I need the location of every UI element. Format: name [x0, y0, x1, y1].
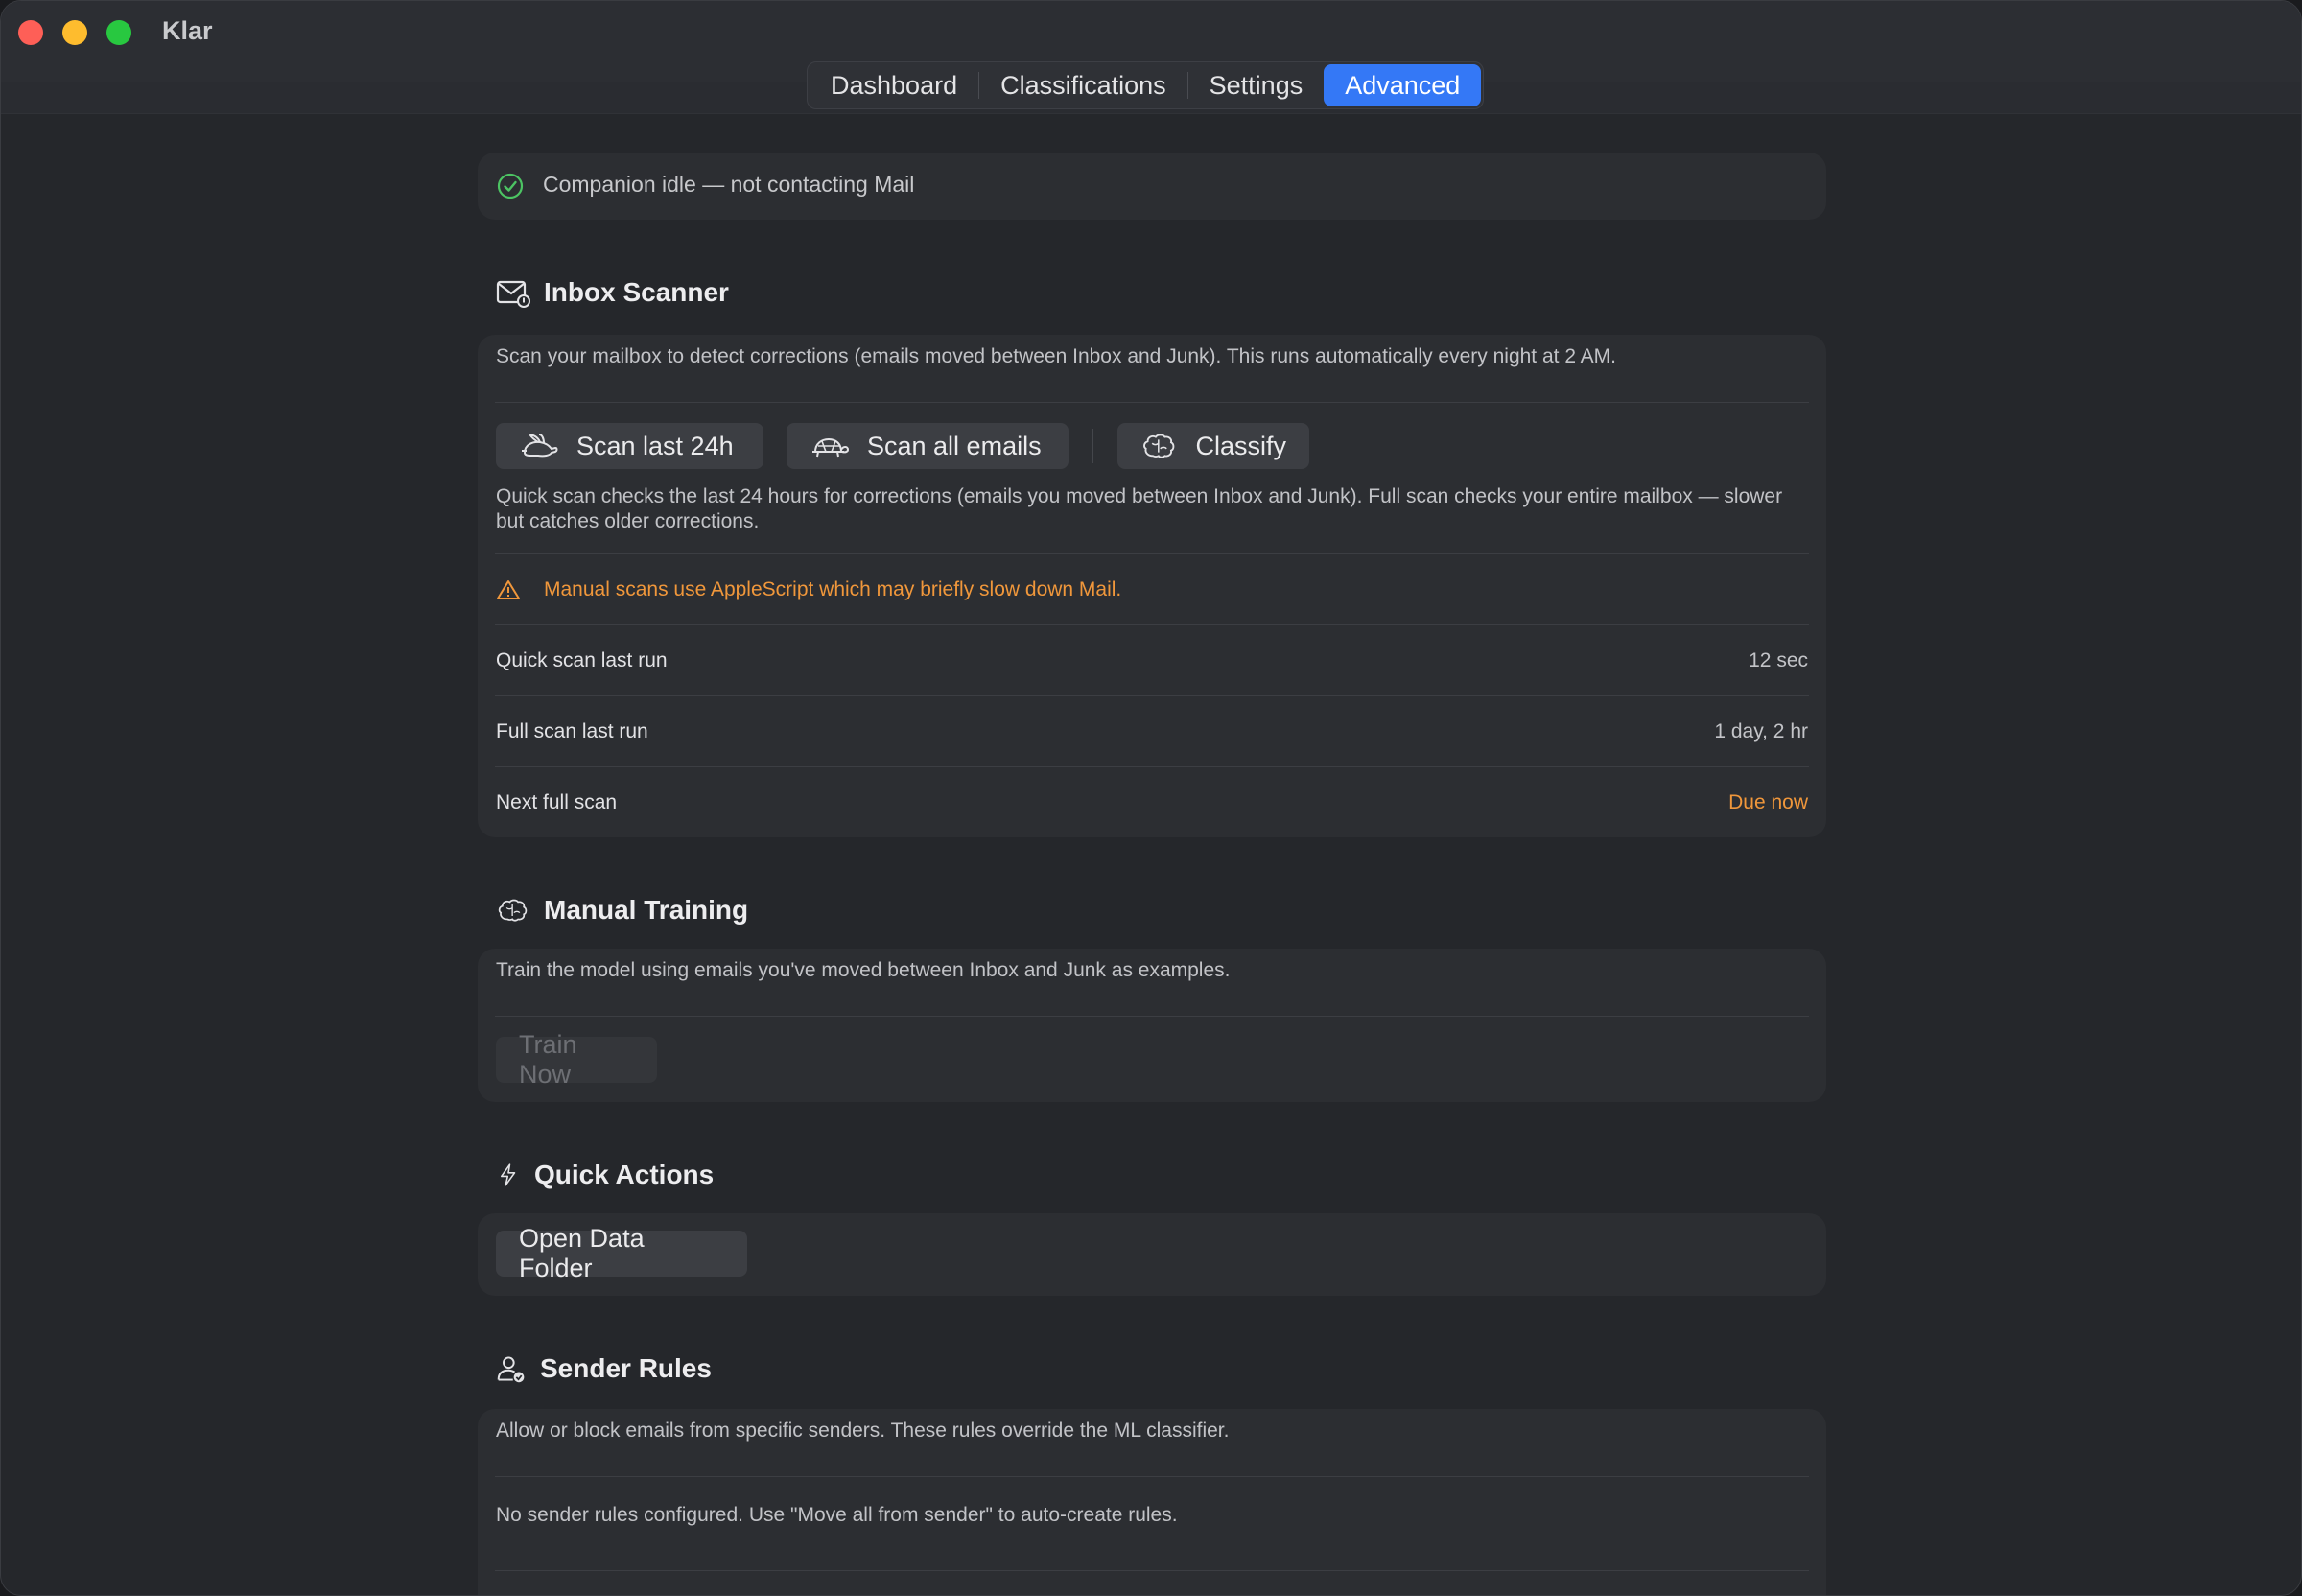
divider — [495, 1476, 1809, 1477]
quick-actions-title: Quick Actions — [534, 1160, 715, 1189]
quick-actions-card: Open Data Folder — [478, 1213, 1826, 1296]
status-text: Companion idle — not contacting Mail — [543, 172, 915, 197]
tab-classifications[interactable]: Classifications — [979, 64, 1187, 106]
classify-button[interactable]: Classify — [1117, 423, 1309, 469]
warning-triangle-icon — [497, 580, 520, 599]
sender-rules-title: Sender Rules — [540, 1353, 712, 1383]
window-title: Klar — [162, 16, 213, 45]
divider — [495, 1570, 1809, 1571]
check-circle-icon — [497, 173, 524, 200]
manual-training-card: Train the model using emails you've move… — [478, 949, 1826, 1102]
tab-settings[interactable]: Settings — [1188, 64, 1325, 106]
divider — [495, 766, 1809, 767]
app-window: Klar Dashboard Classifications Settings … — [0, 0, 2302, 1596]
scan-last-24h-button[interactable]: Scan last 24h — [496, 423, 763, 469]
inbox-scanner-description: Scan your mailbox to detect corrections … — [496, 345, 1617, 367]
divider — [495, 402, 1809, 403]
zoom-window-button[interactable] — [106, 20, 131, 45]
sender-rules-empty-text: No sender rules configured. Use "Move al… — [496, 1504, 1178, 1526]
train-now-button[interactable]: Train Now — [496, 1030, 657, 1089]
status-card: Companion idle — not contacting Mail — [478, 153, 1826, 220]
inbox-scanner-title: Inbox Scanner — [544, 277, 729, 307]
classify-label: Classify — [1195, 431, 1286, 460]
inbox-scanner-card: Scan your mailbox to detect corrections … — [478, 335, 1826, 837]
next-full-scan-label: Next full scan — [496, 791, 618, 813]
applescript-warning: Manual scans use AppleScript which may b… — [496, 578, 1121, 601]
sender-rules-card: Allow or block emails from specific send… — [478, 1409, 1826, 1595]
divider — [495, 695, 1809, 696]
sender-rules-description: Allow or block emails from specific send… — [496, 1420, 1230, 1442]
quick-scan-last-run-label: Quick scan last run — [496, 649, 668, 671]
divider — [495, 553, 1809, 554]
mail-badge-icon — [496, 280, 530, 308]
manual-training-description: Train the model using emails you've move… — [496, 959, 1231, 981]
scan-all-emails-label: Scan all emails — [867, 431, 1042, 460]
brain-icon — [498, 899, 528, 922]
manual-training-heading: Manual Training — [496, 893, 748, 927]
full-scan-last-run-value: 1 day, 2 hr — [1714, 720, 1808, 742]
quick-actions-heading: Quick Actions — [496, 1158, 714, 1192]
minimize-window-button[interactable] — [62, 20, 87, 45]
tab-bar: Dashboard Classifications Settings Advan… — [807, 61, 1485, 109]
sender-rules-heading: Sender Rules — [496, 1351, 712, 1386]
warning-text: Manual scans use AppleScript which may b… — [544, 578, 1122, 600]
manual-training-title: Manual Training — [544, 895, 749, 925]
divider — [495, 624, 1809, 625]
open-data-folder-label: Open Data Folder — [519, 1224, 645, 1282]
hare-icon — [522, 434, 558, 458]
quick-scan-last-run-value: 12 sec — [1749, 649, 1808, 671]
scan-help-text: Quick scan checks the last 24 hours for … — [496, 485, 1783, 532]
inbox-scanner-heading: Inbox Scanner — [496, 275, 729, 310]
divider — [495, 1016, 1809, 1017]
full-scan-last-run-label: Full scan last run — [496, 720, 648, 742]
train-now-label: Train Now — [519, 1030, 577, 1089]
button-divider — [1092, 429, 1093, 463]
tab-dashboard[interactable]: Dashboard — [810, 64, 978, 106]
scan-all-emails-button[interactable]: Scan all emails — [787, 423, 1069, 469]
next-full-scan-value: Due now — [1728, 791, 1808, 813]
scan-last-24h-label: Scan last 24h — [576, 431, 734, 460]
advanced-panel: Companion idle — not contacting Mail Inb… — [1, 114, 2301, 1595]
close-window-button[interactable] — [18, 20, 43, 45]
person-check-icon — [497, 1356, 525, 1383]
tab-advanced[interactable]: Advanced — [1324, 64, 1482, 106]
brain-icon — [1143, 434, 1175, 458]
tortoise-icon — [812, 437, 850, 458]
open-data-folder-button[interactable]: Open Data Folder — [496, 1224, 747, 1282]
bolt-icon — [500, 1163, 516, 1186]
